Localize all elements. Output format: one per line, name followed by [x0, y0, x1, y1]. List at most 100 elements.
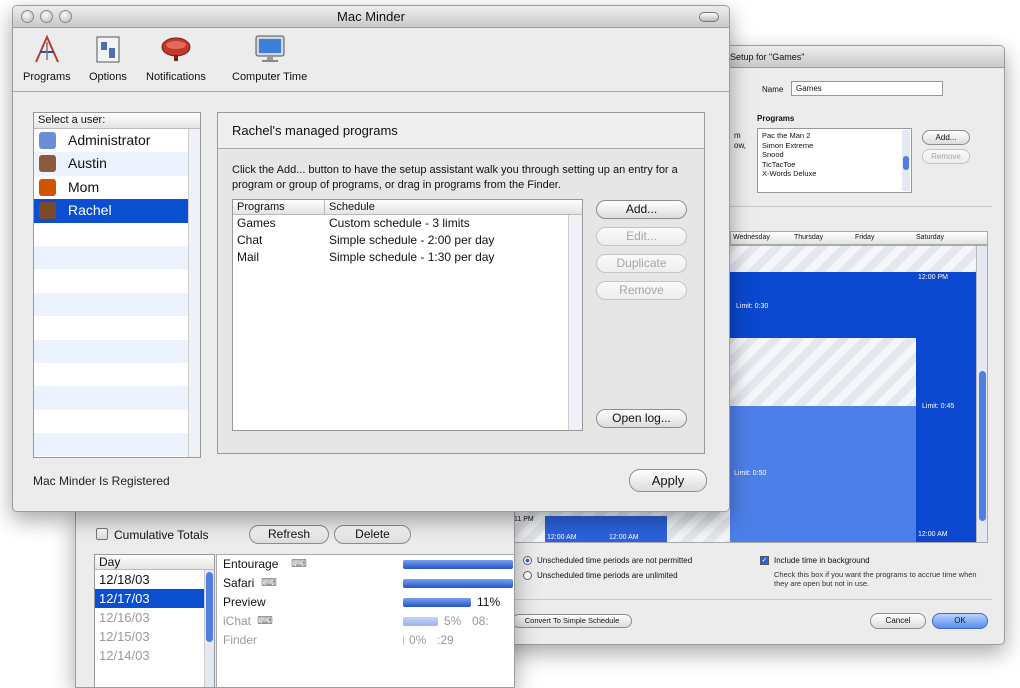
programs-scrollbar[interactable]: [568, 215, 582, 430]
program-name: Mail: [237, 250, 260, 264]
day-row[interactable]: 12/17/03: [95, 589, 214, 608]
setup-add-button[interactable]: Add...: [922, 130, 970, 145]
side-text-1: m: [734, 131, 741, 140]
app-name: Finder: [223, 633, 258, 647]
user-list[interactable]: Select a user: Administrator Austin Mom Rac…: [33, 112, 201, 458]
setup-ok-button[interactable]: OK: [932, 613, 988, 629]
program-row[interactable]: Mail Simple schedule - 1:30 per day: [233, 249, 582, 266]
include-background-checkbox[interactable]: ✓: [760, 556, 769, 565]
options-icon: [96, 36, 120, 63]
app-usage-row: Entourage ⌨: [217, 555, 514, 574]
setup-program-item[interactable]: TicTacToe: [762, 160, 907, 170]
toolbar-divider: [13, 91, 729, 92]
user-scrollbar[interactable]: [188, 129, 200, 457]
toolbar-computer-time[interactable]: Computer Time: [232, 34, 307, 83]
refresh-button[interactable]: Refresh: [249, 525, 329, 544]
day-row[interactable]: 12/16/03: [95, 608, 214, 627]
open-log-button[interactable]: Open log...: [596, 409, 687, 428]
day-row[interactable]: 12/18/03: [95, 570, 214, 589]
managed-programs-panel: Rachel's managed programs Click the Add.…: [217, 112, 705, 454]
empty-row: [34, 433, 200, 457]
radio-not-permitted[interactable]: [523, 556, 532, 565]
day-header: Wednesday: [733, 234, 770, 241]
programs-table[interactable]: Programs Schedule Games Custom schedule -…: [232, 199, 583, 431]
app-usage-row: Preview 11%: [217, 593, 514, 612]
remove-button[interactable]: Remove: [596, 281, 687, 300]
setup-program-item[interactable]: Pac the Man 2: [762, 131, 907, 141]
app-usage-row: Safari ⌨: [217, 574, 514, 593]
select-user-header: Select a user:: [34, 113, 200, 129]
name-field[interactable]: Games: [791, 81, 943, 96]
schedule-header: Wednesday Thursday Friday Saturday: [730, 231, 988, 245]
usage-bar: [403, 560, 513, 569]
setup-cancel-button[interactable]: Cancel: [870, 613, 926, 629]
program-row[interactable]: Games Custom schedule - 3 limits: [233, 215, 582, 232]
usage-bar: [403, 636, 404, 645]
duplicate-button[interactable]: Duplicate: [596, 254, 687, 273]
day-header: Saturday: [916, 234, 945, 241]
cumulative-label: Cumulative Totals: [114, 528, 209, 542]
day-scrollbar[interactable]: [204, 570, 214, 687]
setup-title: Setup for "Games": [730, 52, 805, 62]
edit-button[interactable]: Edit...: [596, 227, 687, 246]
empty-row: [34, 222, 200, 246]
app-icon: ⌨: [257, 615, 273, 627]
column-programs[interactable]: Programs: [237, 200, 285, 214]
app-name: iChat: [223, 614, 252, 628]
block-saturday[interactable]: 12:00 PM Limit: 0:45 12:00 AM: [916, 272, 976, 542]
add-button[interactable]: Add...: [596, 200, 687, 219]
delete-button[interactable]: Delete: [334, 525, 411, 544]
app-icon: ⌨: [261, 577, 277, 589]
user-row[interactable]: Austin: [34, 152, 200, 176]
block-limit-050[interactable]: Limit: 0:50: [730, 406, 916, 542]
setup-program-item[interactable]: Snood: [762, 150, 907, 160]
toolbar-notifications[interactable]: Notifications: [146, 34, 206, 83]
setup-program-item[interactable]: X-Words Deluxe: [762, 169, 907, 179]
toolbar-options[interactable]: Options: [89, 34, 127, 83]
day-list[interactable]: Day 12/18/03 12/17/03 12/16/03 12/15/03 12/1…: [94, 554, 215, 687]
program-schedule: Custom schedule - 3 limits: [329, 216, 470, 230]
convert-simple-button[interactable]: Convert To Simple Schedule: [512, 614, 632, 628]
programs-scrollbar[interactable]: [902, 130, 910, 191]
program-schedule: Simple schedule - 2:00 per day: [329, 233, 495, 247]
user-row[interactable]: Mom: [34, 175, 200, 200]
app-usage-row: Finder 0%:29: [217, 631, 514, 650]
block-limit-030[interactable]: Limit: 0:30: [730, 272, 916, 338]
program-name: Games: [237, 216, 276, 230]
zoom-window-icon[interactable]: [59, 10, 72, 23]
app-name: Safari: [223, 576, 255, 590]
user-row[interactable]: Rachel: [34, 199, 200, 223]
schedule-scrollbar[interactable]: [976, 246, 987, 542]
column-schedule[interactable]: Schedule: [324, 200, 375, 215]
programs-list[interactable]: Pac the Man 2 Simon Extreme Snood TicTacToe…: [757, 128, 912, 193]
setup-program-item[interactable]: Simon Extreme: [762, 141, 907, 151]
empty-row: [34, 245, 200, 270]
toolbar-toggle-icon[interactable]: [699, 12, 719, 22]
day-row[interactable]: 12/15/03: [95, 627, 214, 646]
user-avatar: [39, 202, 56, 220]
usage-percent: 0%: [409, 633, 427, 647]
setup-remove-button[interactable]: Remove: [922, 149, 970, 164]
time-11pm: 11 PM: [514, 516, 534, 523]
empty-row: [34, 362, 200, 387]
apply-button[interactable]: Apply: [629, 469, 707, 492]
stats-window: Cumulative Totals Refresh Delete Day 12/…: [75, 508, 515, 688]
user-row[interactable]: Administrator: [34, 129, 200, 153]
footer-divider: [510, 599, 992, 600]
program-schedule: Simple schedule - 1:30 per day: [329, 250, 495, 264]
minimize-window-icon[interactable]: [40, 10, 53, 23]
block-sunday[interactable]: 12:00 AM 12:00 AM: [545, 516, 667, 542]
main-titlebar: Mac Minder: [13, 6, 729, 28]
usage-bar: [403, 617, 438, 626]
radio-unlimited[interactable]: [523, 571, 532, 580]
user-name: Rachel: [68, 202, 112, 219]
usage-bar: [403, 579, 513, 588]
cumulative-checkbox[interactable]: [96, 528, 108, 540]
day-row[interactable]: 12/14/03: [95, 646, 214, 665]
program-row[interactable]: Chat Simple schedule - 2:00 per day: [233, 232, 582, 249]
user-avatar: [39, 132, 56, 149]
user-name: Mom: [68, 178, 100, 195]
toolbar-programs[interactable]: Programs: [23, 34, 71, 83]
divider: [730, 206, 992, 207]
close-window-icon[interactable]: [21, 10, 34, 23]
